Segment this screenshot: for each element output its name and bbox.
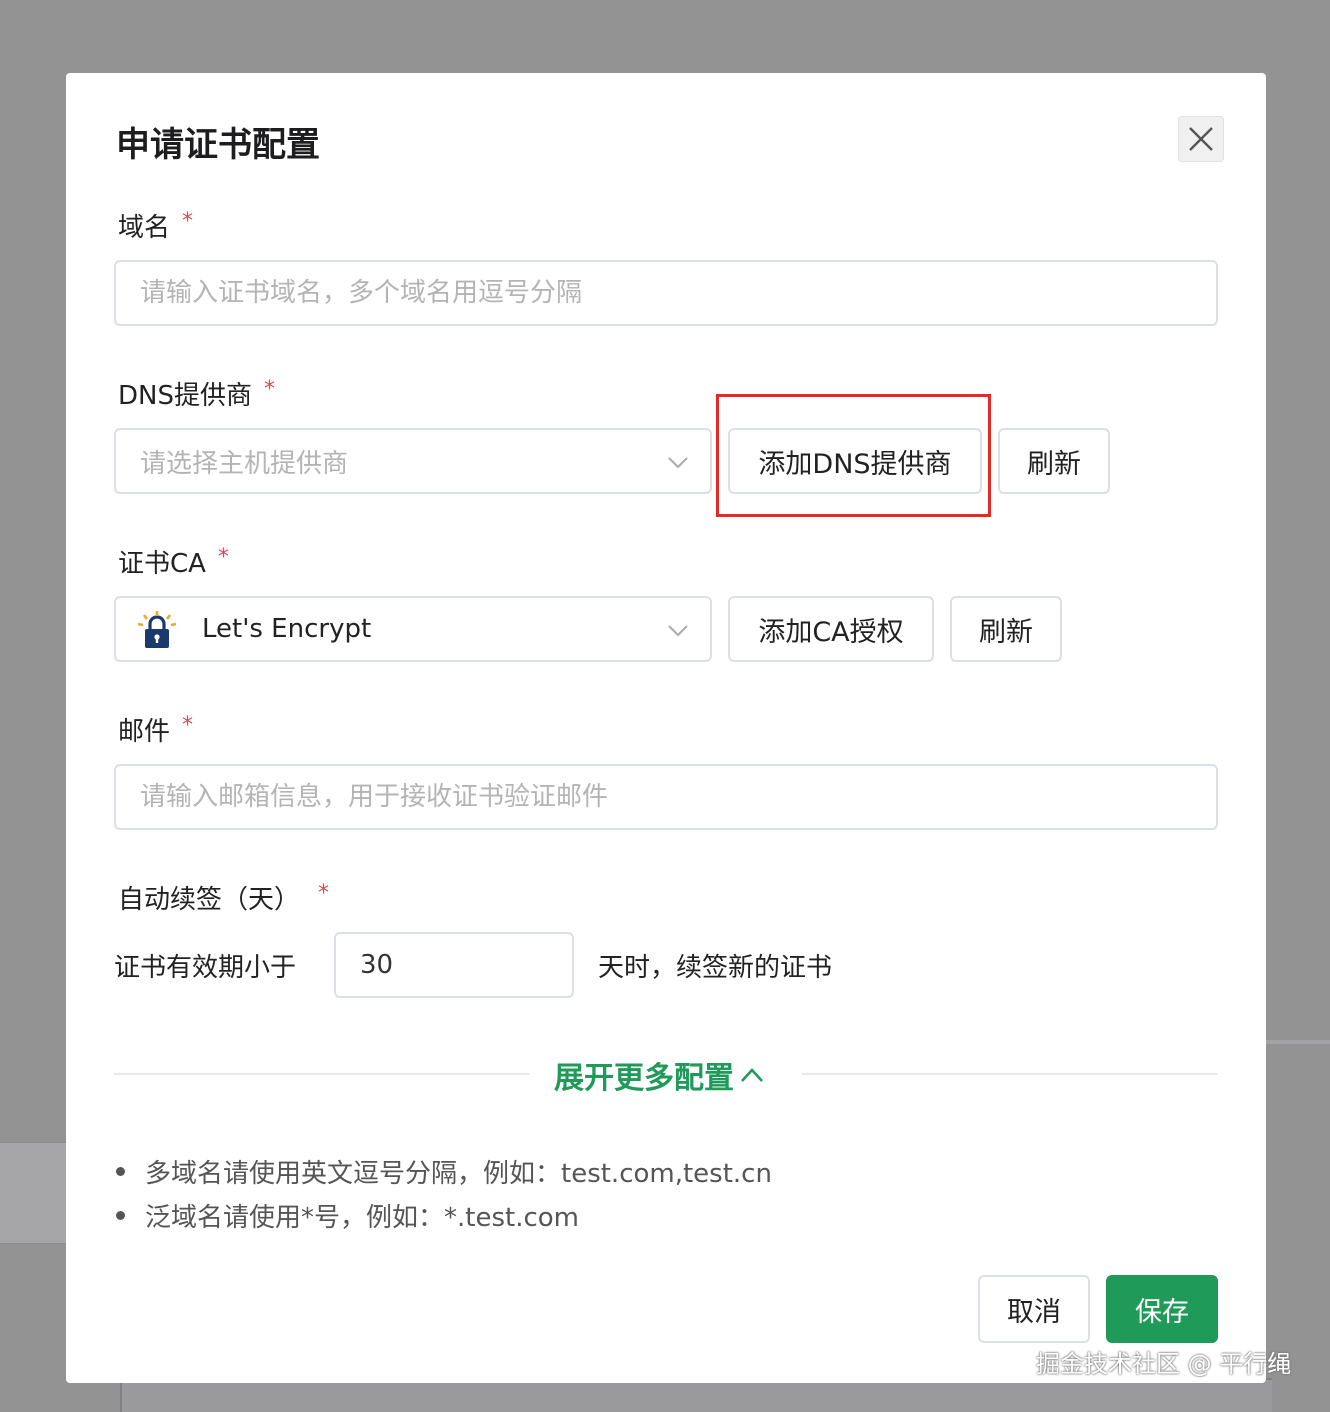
- bullet-icon: [116, 1166, 125, 1176]
- expand-more-config-label: 展开更多配置: [554, 1061, 734, 1096]
- certificate-ca-label-text: 证书CA: [118, 549, 206, 579]
- domain-label-text: 域名: [118, 213, 171, 243]
- dialog-title: 申请证书配置: [116, 125, 320, 165]
- tip-text: 多域名请使用英文逗号分隔，例如：test.com,test.cn: [145, 1158, 772, 1189]
- apply-certificate-dialog: 申请证书配置 域名 * DNS提供商 * 请选择主机提供商 添加DNS提供商 刷…: [66, 73, 1266, 1383]
- certificate-ca-select[interactable]: Let's Encrypt: [114, 596, 712, 662]
- chevron-down-icon: [668, 625, 688, 637]
- certificate-ca-selected: Let's Encrypt: [202, 614, 372, 644]
- required-mark: *: [182, 209, 194, 234]
- chevron-down-icon: [668, 457, 688, 469]
- email-label-text: 邮件: [118, 717, 171, 747]
- divider: [114, 1073, 530, 1075]
- close-button[interactable]: [1178, 116, 1224, 162]
- close-icon: [1189, 127, 1213, 151]
- required-mark: *: [182, 713, 194, 738]
- background-card-edge: [1260, 1040, 1330, 1044]
- chevron-up-icon: [741, 1068, 763, 1082]
- renew-prefix-text: 证书有效期小于: [114, 953, 297, 983]
- required-mark: *: [263, 377, 275, 402]
- expand-more-config-toggle[interactable]: 展开更多配置: [554, 1053, 766, 1097]
- tip-item: 多域名请使用英文逗号分隔，例如：test.com,test.cn: [116, 1149, 772, 1193]
- refresh-ca-button[interactable]: 刷新: [950, 596, 1062, 662]
- lets-encrypt-lock-icon: [137, 611, 177, 648]
- email-label: 邮件 *: [118, 711, 193, 748]
- email-input[interactable]: [114, 764, 1218, 830]
- required-mark: *: [318, 881, 330, 906]
- tips-list: 多域名请使用英文逗号分隔，例如：test.com,test.cn 泛域名请使用*…: [116, 1149, 772, 1237]
- dns-provider-label-text: DNS提供商: [118, 381, 252, 411]
- cancel-button[interactable]: 取消: [978, 1275, 1090, 1343]
- divider: [802, 1073, 1218, 1075]
- watermark: 掘金技术社区 @ 平行绳: [1036, 1350, 1292, 1378]
- dns-provider-select[interactable]: 请选择主机提供商: [114, 428, 712, 494]
- refresh-dns-button[interactable]: 刷新: [998, 428, 1110, 494]
- domain-label: 域名 *: [118, 207, 193, 244]
- renew-days-input[interactable]: [334, 932, 574, 998]
- bullet-icon: [116, 1210, 125, 1220]
- renew-suffix-text: 天时，续签新的证书: [598, 953, 833, 983]
- certificate-ca-label: 证书CA *: [118, 543, 229, 580]
- annotation-highlight-box: [716, 394, 991, 517]
- tip-item: 泛域名请使用*号，例如：*.test.com: [116, 1193, 772, 1237]
- dns-provider-placeholder: 请选择主机提供商: [140, 448, 349, 479]
- domain-input[interactable]: [114, 260, 1218, 326]
- auto-renew-label-text: 自动续签（天）: [118, 885, 301, 915]
- required-mark: *: [217, 545, 229, 570]
- tip-text: 泛域名请使用*号，例如：*.test.com: [145, 1202, 579, 1233]
- auto-renew-label: 自动续签（天） *: [118, 879, 329, 916]
- add-ca-authorization-button[interactable]: 添加CA授权: [728, 596, 934, 662]
- dns-provider-label: DNS提供商 *: [118, 375, 275, 412]
- save-button[interactable]: 保存: [1106, 1275, 1218, 1343]
- background-panel: [120, 1378, 1272, 1412]
